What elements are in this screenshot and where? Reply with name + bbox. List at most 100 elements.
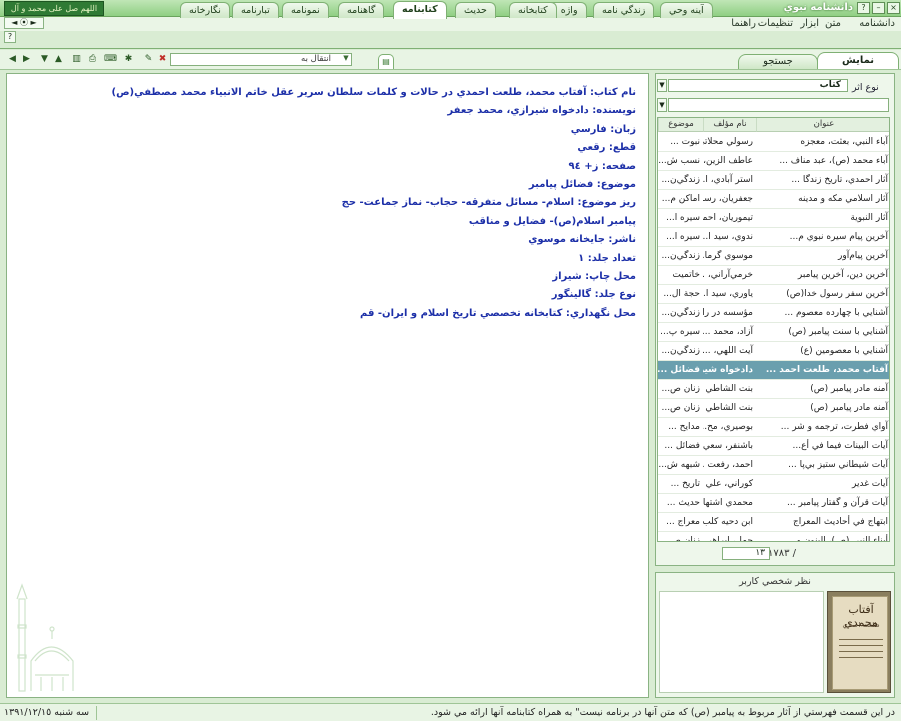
type-dropdown-icon[interactable]: ▼ [657, 79, 667, 92]
top-tab-row [0, 31, 901, 49]
row-subject-cell: زندگي‌ن... [661, 175, 700, 185]
keyboard-icon[interactable]: ⌨ [104, 53, 117, 66]
row-author-cell: تيموريان، احمد [703, 213, 753, 223]
nav-mini-control[interactable]: ◄ ⦿ ► [4, 17, 44, 29]
row-author-cell: بنت الشاطي ... [703, 384, 753, 394]
table-row[interactable]: ابتهاج في أحاديث المعراج ابن دحيه كلب...م… [658, 513, 889, 532]
row-title-cell: آخرين پيام‌آور [838, 251, 888, 261]
table-row[interactable]: آواي فطرت، ترجمه و شر ... بوصيري، مح... مد… [658, 418, 889, 437]
row-author-cell: عاطف الزين، ... [703, 156, 753, 166]
chevron-down-icon[interactable]: ▼ [341, 54, 351, 65]
table-row[interactable]: آفتاب محمد، طلعت احمد ... دادخواه شيرا...… [658, 361, 889, 380]
table-row[interactable]: آثار احمدي، تاريخ زندگا ... استر آبادي، ا… [658, 171, 889, 190]
tab-library[interactable]: كتابخانه [509, 2, 557, 18]
menu-bar: دانشنامه متن ابزار تنظيمات راهنما [0, 17, 901, 31]
mini-help-button[interactable]: ? [4, 31, 16, 43]
tab-revelation[interactable]: آينه وحي [660, 2, 713, 18]
row-title-cell: آباء النبي، بعثت، معجزه [800, 137, 888, 147]
cover-text-line [839, 651, 883, 652]
row-title-cell: آثار النبوية [850, 213, 888, 223]
columns-icon[interactable]: ▥ [70, 53, 83, 66]
back-icon[interactable]: ◀ [6, 53, 19, 66]
table-row[interactable]: آخرين پيام‌آور موسوي گرما...زندگي‌ن... [658, 247, 889, 266]
tab-periodicals[interactable]: گاهنامه [338, 2, 385, 18]
table-row[interactable]: آمنه مادر پيامبر (ص) بنت الشاطي زنان ص... [658, 399, 889, 418]
forward-icon[interactable]: ▶ [20, 53, 33, 66]
help-button[interactable]: ? [857, 2, 870, 14]
tab-samples[interactable]: نمونامه [282, 2, 329, 18]
minimize-button[interactable]: – [872, 2, 885, 14]
type-select[interactable]: كتاب [668, 79, 848, 92]
row-title-cell: آباء محمد (ص)، عبد مناف ... [779, 156, 888, 166]
table-row[interactable]: آيات البينات فيما في أع... باشنفر، سعي...… [658, 437, 889, 456]
close-button[interactable]: × [887, 2, 900, 14]
row-title-cell: آفتاب محمد، طلعت احمد ... [765, 365, 888, 375]
menu-item-tools[interactable]: ابزار [800, 17, 819, 31]
tab-search[interactable]: جستجو [738, 54, 818, 69]
tab-biography[interactable]: زندگي نامه [593, 2, 655, 18]
menu-item-text[interactable]: متن [825, 17, 841, 31]
row-subject-cell: معراج ... [666, 517, 700, 527]
pager-input[interactable]: ١٣ [722, 547, 770, 560]
doc-line-format: قطع: رقعي [577, 142, 636, 154]
column-header-author[interactable]: نام مؤلف [703, 118, 756, 132]
search-input[interactable] [668, 98, 889, 112]
row-author-cell: خرمي‌آراني، ... [703, 270, 753, 280]
table-row[interactable]: آيات قرآن و گفتار پيامبر ... محمدي اشتها.… [658, 494, 889, 513]
print-icon[interactable]: ⎙ [86, 53, 99, 66]
table-row[interactable]: آخرين سفر رسول خدا(ص) ياوري، سيد ا...حجة … [658, 285, 889, 304]
column-header-title[interactable]: عنوان [756, 118, 889, 132]
table-row[interactable]: آخرين پيام سيره نبوي م... ندوي، سيد ا... س… [658, 228, 889, 247]
table-row[interactable]: آيات غدير كوراني، علي تاريخ ... [658, 475, 889, 494]
row-author-cell: باشنفر، سعي... [703, 441, 753, 451]
tab-show[interactable]: نمايش [817, 52, 899, 69]
table-row[interactable]: آخرين دين، آخرين پيامبر خرمي‌آراني، ...خا… [658, 266, 889, 285]
menu-item-settings[interactable]: تنظيمات [758, 17, 793, 31]
row-subject-cell: زندگي‌ن... [661, 308, 700, 318]
row-subject-cell: زندگي‌ن... [661, 346, 700, 356]
table-row[interactable]: آباء محمد (ص)، عبد مناف ... عاطف الزين، .… [658, 152, 889, 171]
row-subject-cell: سيره پ... [660, 327, 700, 337]
up-icon[interactable]: ▲ [52, 53, 65, 66]
menu-item-help[interactable]: راهنما [731, 17, 756, 31]
notes-textarea[interactable] [659, 591, 824, 693]
tab-hadith[interactable]: حديث [455, 2, 496, 18]
doc-line-storage: محل نگهداري: كتابخانه تخصصي تاريخ اسلام … [360, 307, 636, 319]
close-doc-icon[interactable]: ✖ [156, 53, 169, 66]
document-pane: نام كتاب: آفتاب محمد، طلعت احمدي در حالا… [6, 73, 649, 698]
row-title-cell: آخرين سفر رسول خدا(ص) [786, 289, 888, 299]
row-subject-cell: شبهه ش... [658, 460, 700, 470]
document-tab-icon[interactable]: ▤ [378, 54, 394, 69]
cover-text-line [839, 645, 883, 646]
search-dropdown-icon[interactable]: ▼ [657, 98, 667, 112]
tab-gallery[interactable]: نگارخانه [180, 2, 230, 18]
table-row[interactable]: آثار النبوية تيموريان، احمد سيره ا... [658, 209, 889, 228]
down-icon[interactable]: ▼ [38, 53, 51, 66]
table-row[interactable]: آباء النبي، بعثت، معجزه رسولي محلاتي ...ن… [658, 133, 889, 152]
table-row[interactable]: آشنايي با سنت پيامبر (ص) آزاد، محمد ... سي… [658, 323, 889, 342]
row-author-cell: آيت اللهي، ... [703, 346, 753, 356]
type-label: نوع اثر [852, 82, 879, 93]
highlight-icon[interactable]: ✱ [122, 53, 135, 66]
menu-item-encyclopedia[interactable]: دانشنامه [859, 17, 895, 31]
table-row[interactable]: آثار اسلامي مكه و مدينه جعفريان، رسولاماك… [658, 190, 889, 209]
column-header-subject[interactable]: موضوع [658, 118, 703, 132]
row-title-cell: آثار احمدي، تاريخ زندگا ... [791, 175, 888, 185]
tab-genealogy[interactable]: تبارنامه [232, 2, 279, 18]
table-row[interactable]: آيات شيطاني ستيز بي‌پا ... احمد، رفعت ...… [658, 456, 889, 475]
tab-bibliography[interactable]: كتابنامه [393, 1, 447, 19]
table-row[interactable]: آمنه مادر پيامبر (ص) بنت الشاطي ...زنان ص… [658, 380, 889, 399]
row-title-cell: ابتهاج في أحاديث المعراج [792, 517, 888, 527]
row-title-cell: آواي فطرت، ترجمه و شر ... [780, 422, 888, 432]
row-title-cell: آثار اسلامي مكه و مدينه [798, 194, 888, 204]
book-cover-image: آفتاب محمدي طلعت احمدي [827, 591, 891, 693]
table-row[interactable]: آشنايي با معصومين (ع) آيت اللهي، ... زندگي… [658, 342, 889, 361]
doc-line-subsubject-2: پيامبر اسلام(ص)- فضايل و مناقب [468, 215, 636, 227]
goto-select[interactable]: انتقال به [170, 53, 352, 66]
edit-icon[interactable]: ✎ [142, 53, 155, 66]
table-row[interactable]: أبناء النبي (ص)، البنون و ... جمل، ابراهي… [658, 532, 889, 541]
table-row[interactable]: آشنايي با چهارده معصوم ... مؤسسه در را...… [658, 304, 889, 323]
row-author-cell: استر آبادي، ا... [703, 175, 753, 185]
row-title-cell: آخرين پيام سيره نبوي م... [789, 232, 888, 242]
cover-text-line [839, 657, 883, 658]
